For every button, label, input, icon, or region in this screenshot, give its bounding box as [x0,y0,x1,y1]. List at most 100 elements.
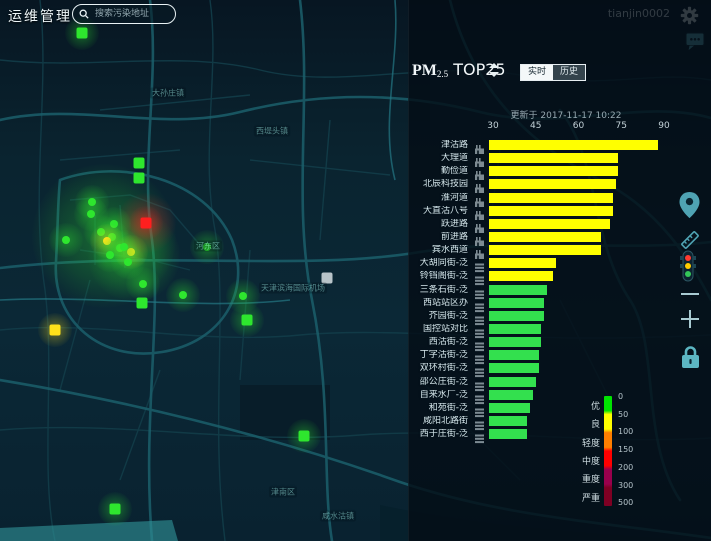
pollution-dot-marker[interactable] [124,258,132,266]
pm25-bar[interactable] [489,179,616,189]
pollution-dot-marker[interactable] [110,220,118,228]
bar-row[interactable]: 芥园街-泛 [408,310,711,323]
tab-history[interactable]: 历史 [553,65,585,80]
x-axis-tick: 30 [487,121,498,131]
factory-icon [474,193,485,204]
station-square-marker[interactable] [134,158,145,169]
pollution-dot-marker[interactable] [120,243,128,251]
bar-category-label: 铃铛阁街-泛 [408,271,468,283]
bar-row[interactable]: 西沽街-泛 [408,336,711,349]
station-list-icon [474,350,485,361]
location-pin-icon[interactable] [679,192,700,219]
lock-icon[interactable] [680,345,701,369]
pm25-bar[interactable] [489,219,610,229]
station-list-icon [474,429,485,440]
bar-row[interactable]: 跃进路 [408,218,711,231]
pm25-bar[interactable] [489,337,541,347]
bar-category-label: 大理道 [408,153,468,165]
legend-tick-value: 150 [618,445,633,454]
pm25-bar[interactable] [489,285,547,295]
pm25-bar[interactable] [489,377,536,387]
station-list-icon [474,324,485,335]
pm25-bar[interactable] [489,324,541,334]
pm25-bar[interactable] [489,166,618,176]
bar-row[interactable]: 双环村街-泛 [408,362,711,375]
bar-row[interactable]: 勤俭道 [408,165,711,178]
station-square-marker[interactable] [137,298,148,309]
pm25-bar[interactable] [489,258,556,268]
bar-row[interactable]: 大直沽八号 [408,205,711,218]
zoom-in-icon[interactable] [681,310,699,328]
tab-realtime[interactable]: 实时 [521,65,553,80]
station-square-marker[interactable] [50,325,61,336]
pm25-bar[interactable] [489,206,613,216]
pollution-dot-marker[interactable] [103,237,111,245]
bar-category-label: 淮河道 [408,193,468,205]
bar-row[interactable]: 邵公庄街-泛 [408,376,711,389]
ruler-icon[interactable] [678,228,702,252]
station-square-marker[interactable] [299,431,310,442]
traffic-light-icon[interactable] [680,250,696,282]
bar-row[interactable]: 西站站区办 [408,297,711,310]
pollution-dot-marker[interactable] [88,198,96,206]
station-list-icon [474,311,485,322]
pm25-bar[interactable] [489,311,544,321]
pollution-dot-marker[interactable] [62,236,70,244]
pm25-bar[interactable] [489,429,527,439]
pm25-bar[interactable] [489,416,527,426]
bar-row[interactable]: 铃铛阁街-泛 [408,270,711,283]
factory-icon [474,245,485,256]
pm25-bar[interactable] [489,271,553,281]
pm25-bar[interactable] [489,390,533,400]
x-axis-tick: 45 [530,121,541,131]
pollution-dot-marker[interactable] [106,251,114,259]
pollution-dot-marker[interactable] [87,210,95,218]
map-place-label: 西堤头镇 [254,126,290,137]
bar-row[interactable]: 北辰科技园 [408,178,711,191]
bar-row[interactable]: 大理道 [408,152,711,165]
bar-row[interactable]: 丁字沽街-泛 [408,349,711,362]
sort-toggle-icon[interactable] [489,63,499,77]
factory-icon [474,179,485,190]
pm25-bar[interactable] [489,363,539,373]
pollution-dot-marker[interactable] [239,292,247,300]
pollution-dot-marker[interactable] [139,280,147,288]
zoom-out-icon[interactable] [681,293,699,295]
x-axis-tick: 60 [573,121,584,131]
search-input[interactable] [93,8,169,20]
pm25-bar[interactable] [489,232,601,242]
station-square-marker[interactable] [77,28,88,39]
bar-category-label: 津沽路 [408,140,468,152]
map-place-label: 天津滨海国际机场 [259,283,327,294]
pm25-bar[interactable] [489,153,618,163]
bar-row[interactable]: 淮河道 [408,192,711,205]
factory-icon [474,166,485,177]
station-square-marker[interactable] [110,504,121,515]
station-square-marker[interactable] [141,218,152,229]
search-box[interactable] [72,4,176,24]
station-list-icon [474,298,485,309]
pollution-dot-marker[interactable] [127,248,135,256]
bar-row[interactable]: 宾水西道 [408,244,711,257]
bar-row[interactable]: 大胡同街-泛 [408,257,711,270]
pm25-bar[interactable] [489,140,658,150]
pollution-dot-marker[interactable] [179,291,187,299]
bar-row[interactable]: 津沽路 [408,139,711,152]
bar-category-label: 西站站区办 [408,298,468,310]
bar-category-label: 大直沽八号 [408,206,468,218]
bar-category-label: 前进路 [408,232,468,244]
bar-row[interactable]: 前进路 [408,231,711,244]
pm25-bar[interactable] [489,298,544,308]
bar-row[interactable]: 国控站对比 [408,323,711,336]
station-square-marker[interactable] [134,173,145,184]
station-square-marker[interactable] [242,315,253,326]
bar-category-label: 西于庄街-泛 [408,429,468,441]
pm25-bar[interactable] [489,403,530,413]
pm25-bar[interactable] [489,193,613,203]
pollution-dot-marker[interactable] [97,228,105,236]
pm25-bar[interactable] [489,350,539,360]
time-mode-tabs: 实时历史 [520,64,586,81]
pm25-bar[interactable] [489,245,601,255]
bar-category-label: 芥园街-泛 [408,311,468,323]
bar-row[interactable]: 三条石街-泛 [408,284,711,297]
